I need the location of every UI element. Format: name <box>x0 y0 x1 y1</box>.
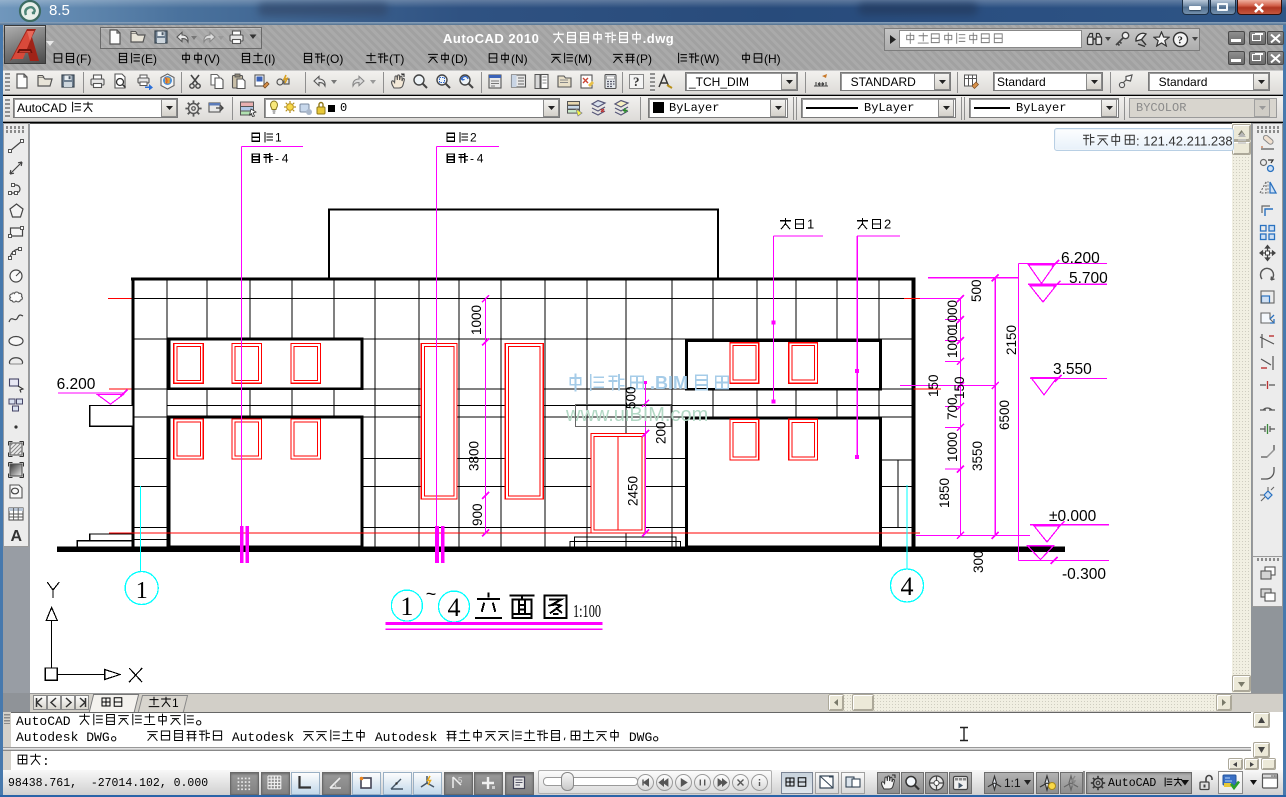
svg-text:2: 2 <box>470 130 477 144</box>
svg-text:200: 200 <box>654 421 669 444</box>
svg-text:1000: 1000 <box>945 432 960 462</box>
svg-text:-: - <box>275 151 279 165</box>
svg-text:4: 4 <box>282 151 289 165</box>
svg-text:A: A <box>11 528 23 544</box>
svg-text:5.700: 5.700 <box>1069 270 1108 287</box>
svg-text:1: 1 <box>136 578 148 604</box>
svg-text:1:100: 1:100 <box>573 601 601 621</box>
svg-text:150: 150 <box>952 376 967 399</box>
svg-text:300: 300 <box>971 550 986 573</box>
svg-text:1: 1 <box>807 217 814 232</box>
svg-text:4: 4 <box>477 151 484 165</box>
svg-text:1: 1 <box>400 592 413 621</box>
svg-text:~: ~ <box>426 584 437 604</box>
svg-text:150: 150 <box>926 374 941 397</box>
svg-text:3.550: 3.550 <box>1053 361 1092 378</box>
svg-text:500: 500 <box>969 279 984 302</box>
svg-text:1000: 1000 <box>945 328 960 358</box>
svg-text:-: - <box>470 151 474 165</box>
svg-text:1000: 1000 <box>469 305 484 335</box>
svg-text:900: 900 <box>470 503 485 526</box>
svg-text:700: 700 <box>945 397 960 420</box>
svg-text:4: 4 <box>901 572 914 601</box>
svg-text:3550: 3550 <box>970 441 985 471</box>
svg-text:-0.300: -0.300 <box>1062 566 1106 583</box>
svg-text:.BIM: .BIM <box>650 373 688 393</box>
svg-text:5: 5 <box>458 776 463 785</box>
svg-text:2: 2 <box>884 217 891 232</box>
svg-text:±0.000: ±0.000 <box>1049 508 1097 525</box>
svg-text:2450: 2450 <box>626 476 641 506</box>
svg-text:4: 4 <box>448 593 461 622</box>
svg-text:500: 500 <box>624 386 639 409</box>
svg-text:6500: 6500 <box>997 400 1012 430</box>
svg-text:3800: 3800 <box>467 441 482 471</box>
svg-text:?: ? <box>633 74 640 89</box>
svg-text:?: ? <box>1177 34 1183 46</box>
svg-text:6.200: 6.200 <box>1061 250 1100 267</box>
svg-text:2150: 2150 <box>1004 325 1019 355</box>
svg-text:1850: 1850 <box>937 478 952 508</box>
svg-text:1000: 1000 <box>945 300 960 330</box>
svg-text:6.200: 6.200 <box>57 376 96 393</box>
svg-text:1: 1 <box>275 130 282 144</box>
